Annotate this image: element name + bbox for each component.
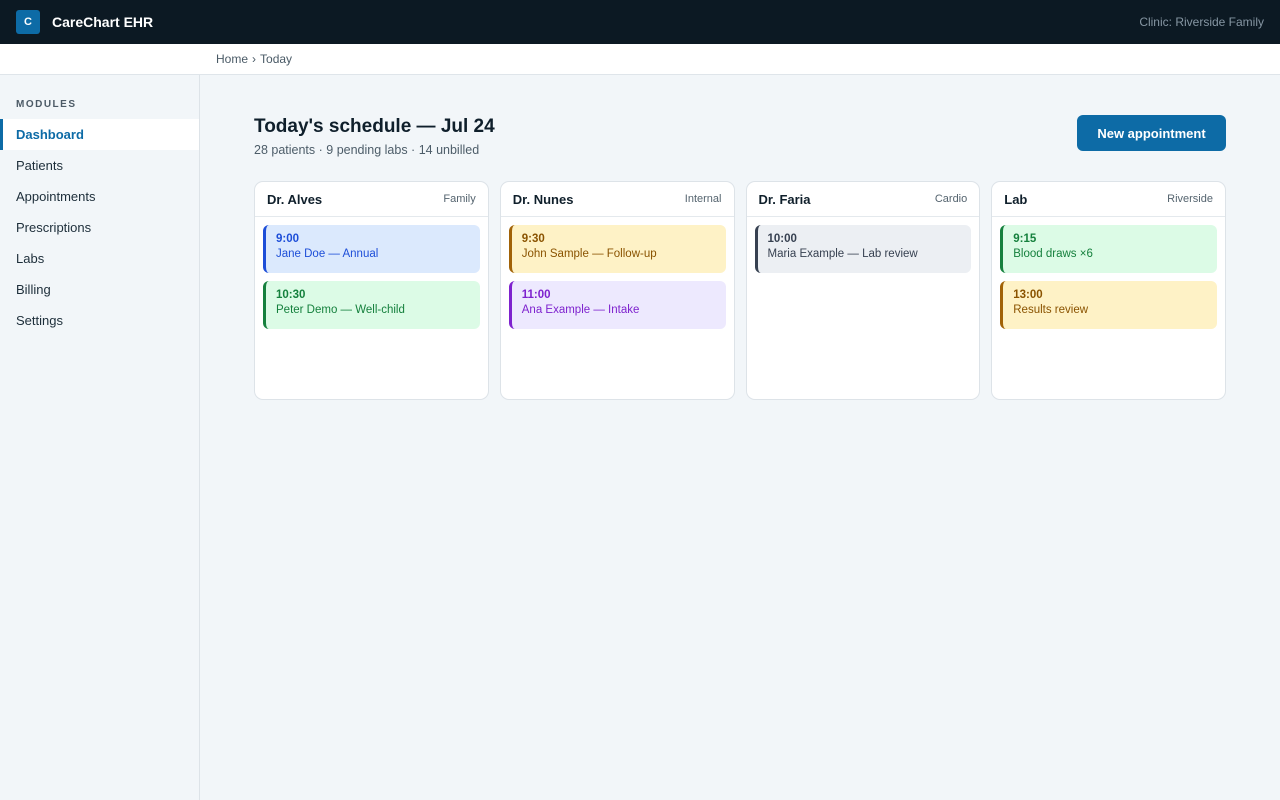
column-body: 9:30 John Sample — Follow-up 11:00 Ana E… [501, 217, 734, 329]
sidebar-item-labs[interactable]: Labs [0, 243, 199, 274]
appointment-time: 9:30 [521, 233, 545, 245]
sidebar-heading: MODULES [16, 99, 77, 110]
app-title: CareChart EHR [52, 14, 154, 30]
app-logo[interactable]: C [16, 10, 40, 34]
sidebar-item-dashboard[interactable]: Dashboard [0, 119, 199, 150]
page-header: Today's schedule — Jul 24 28 patients · … [254, 115, 1226, 157]
column-header: Lab Riverside [992, 182, 1225, 217]
new-appointment-button[interactable]: New appointment [1077, 115, 1226, 151]
appointment-description: John Sample — Follow-up [521, 248, 657, 260]
appointment-description: Maria Example — Lab review [767, 248, 918, 260]
column-tag: Internal [684, 193, 722, 205]
column-body: 10:00 Maria Example — Lab review [747, 217, 980, 273]
appointment-description: Jane Doe — Annual [276, 248, 379, 260]
appointment-time: 9:15 [1013, 233, 1037, 245]
appointment-time: 10:30 [276, 289, 306, 301]
appointment-description: Peter Demo — Well-child [276, 304, 405, 316]
schedule-columns: Dr. Alves Family 9:00 Jane Doe — Annual … [254, 181, 1226, 400]
column-body: 9:15 Blood draws ×6 13:00 Results review [992, 217, 1225, 329]
schedule-column: Dr. Alves Family 9:00 Jane Doe — Annual … [254, 181, 489, 400]
appointment-time: 9:00 [276, 233, 300, 245]
appointment-card[interactable]: 9:15 Blood draws ×6 [1000, 225, 1217, 273]
main-content: Today's schedule — Jul 24 28 patients · … [254, 75, 1226, 400]
appointment-description: Ana Example — Intake [521, 304, 640, 316]
page-title: Today's schedule — Jul 24 [254, 116, 495, 137]
sidebar-item-appointments[interactable]: Appointments [0, 181, 199, 212]
sidebar: MODULES Dashboard Patients Appointments … [0, 75, 200, 800]
column-body: 9:00 Jane Doe — Annual 10:30 Peter Demo … [255, 217, 488, 329]
column-header: Dr. Faria Cardio [746, 182, 980, 217]
appointment-card[interactable]: 9:00 Jane Doe — Annual [263, 225, 480, 273]
appointment-card[interactable]: 10:30 Peter Demo — Well-child [263, 281, 480, 329]
column-name: Dr. Faria [758, 191, 811, 207]
appointment-description: Results review [1013, 304, 1089, 316]
schedule-column: Dr. Nunes Internal 9:30 John Sample — Fo… [499, 181, 735, 400]
appointment-time: 10:00 [767, 233, 797, 245]
column-name: Dr. Alves [267, 191, 323, 207]
column-header: Dr. Alves Family [255, 182, 488, 217]
breadcrumb-current: Today [260, 52, 293, 66]
column-header: Dr. Nunes Internal [500, 182, 734, 217]
breadcrumb: Home › Today [0, 44, 1280, 75]
column-tag: Cardio [934, 193, 968, 205]
appointment-card[interactable]: 13:00 Results review [1000, 281, 1217, 329]
appointment-description: Blood draws ×6 [1013, 248, 1093, 260]
appointment-card[interactable]: 9:30 John Sample — Follow-up [508, 225, 726, 273]
appointment-time: 13:00 [1013, 289, 1043, 301]
breadcrumb-separator: › [252, 52, 257, 66]
appointment-card[interactable]: 10:00 Maria Example — Lab review [754, 225, 972, 273]
column-name: Dr. Nunes [512, 191, 574, 207]
sidebar-item-settings[interactable]: Settings [0, 305, 199, 336]
sidebar-item-billing[interactable]: Billing [0, 274, 199, 305]
clinic-label: Clinic: Riverside Family [1139, 15, 1264, 29]
page-subtitle: 28 patients · 9 pending labs · 14 unbill… [254, 143, 480, 157]
sidebar-item-patients[interactable]: Patients [0, 150, 199, 181]
top-bar: C CareChart EHR Clinic: Riverside Family [0, 0, 1280, 44]
sidebar-item-prescriptions[interactable]: Prescriptions [0, 212, 199, 243]
schedule-column: Dr. Faria Cardio 10:00 Maria Example — L… [745, 181, 981, 400]
appointment-card[interactable]: 11:00 Ana Example — Intake [508, 281, 726, 329]
appointment-time: 11:00 [521, 289, 551, 301]
breadcrumb-home[interactable]: Home [216, 52, 248, 66]
column-tag: Family [443, 193, 476, 205]
column-tag: Riverside [1167, 193, 1213, 205]
schedule-column: Lab Riverside 9:15 Blood draws ×6 13:00 … [991, 181, 1226, 400]
column-name: Lab [1004, 191, 1028, 207]
